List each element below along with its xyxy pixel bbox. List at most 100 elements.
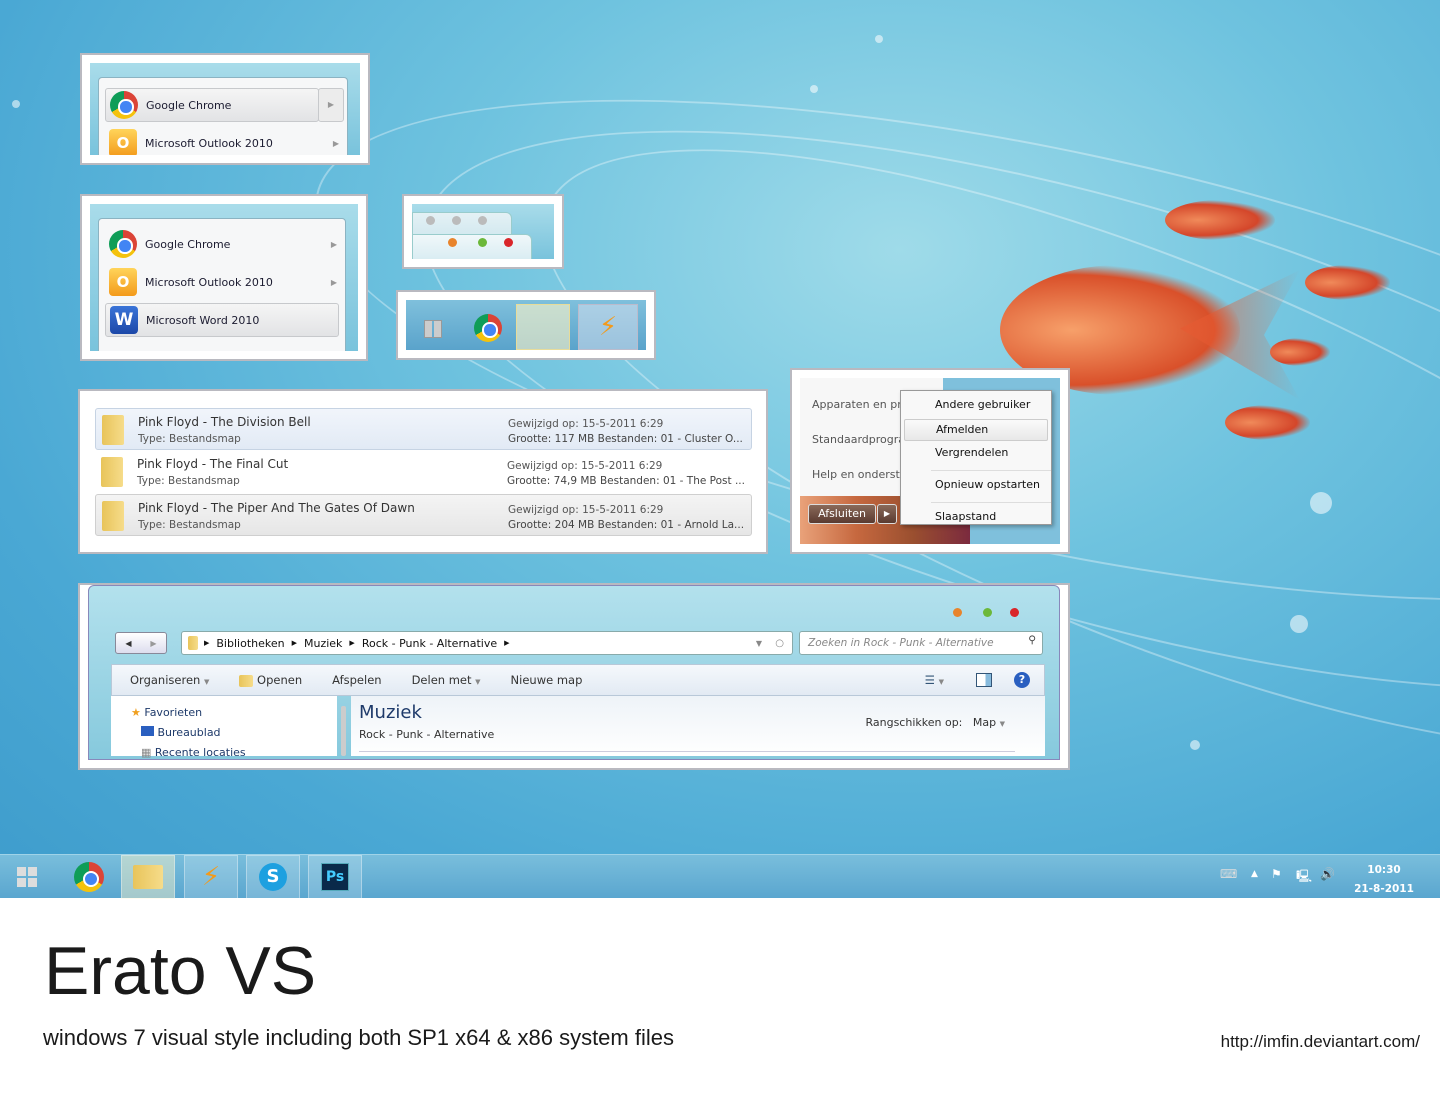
item-label: Microsoft Word 2010	[146, 313, 260, 327]
arrange-by[interactable]: Rangschikken op: Map ▼	[865, 716, 1005, 729]
clock[interactable]: 10:30 21-8-2011	[1352, 861, 1416, 899]
minimize-button[interactable]	[448, 238, 457, 247]
recent-places-icon: ▦	[141, 746, 152, 759]
file-list-row[interactable]: Pink Floyd - The Final Cut Type: Bestand…	[95, 451, 752, 493]
inactive-minimize-button[interactable]	[426, 216, 435, 225]
shutdown-label: Afsluiten	[818, 507, 866, 520]
taskbar-explorer[interactable]	[121, 855, 175, 899]
show-hidden-icons-button[interactable]: ▲	[1251, 869, 1258, 879]
menu-separator	[931, 502, 1051, 503]
address-dropdown-icon[interactable]: ▼	[756, 639, 762, 648]
submenu-arrow-button[interactable]: ▶	[318, 88, 344, 122]
file-modified: Gewijzigd op: 15-5-2011 6:29	[508, 504, 664, 516]
close-button[interactable]	[1010, 608, 1019, 617]
taskbar-skype[interactable]: S	[246, 855, 300, 899]
start-button[interactable]	[0, 855, 54, 899]
organize-button[interactable]: Organiseren ▼	[130, 673, 209, 687]
item-label: Google Chrome	[146, 98, 232, 112]
inactive-close-button[interactable]	[478, 216, 487, 225]
folder-icon	[188, 636, 198, 650]
clock-time: 10:30	[1367, 864, 1401, 876]
view-options-icon[interactable]: ☰ ▼	[925, 673, 944, 687]
nav-desktop[interactable]: Bureaublad	[141, 726, 221, 739]
startmenu-link-default-programs[interactable]: Standaardprogra	[812, 433, 905, 446]
network-icon[interactable]: 🖳	[1296, 867, 1312, 888]
close-button[interactable]	[504, 238, 513, 247]
winamp-taskbar-button[interactable]: ⚡	[578, 304, 638, 350]
maximize-button[interactable]	[983, 608, 992, 617]
startmenu-link-devices[interactable]: Apparaten en pri	[812, 398, 905, 411]
file-type: Type: Bestandsmap	[138, 519, 241, 531]
caption-url[interactable]: http://imfin.deviantart.com/	[1221, 1032, 1420, 1052]
nav-favorites[interactable]: ★ Favorieten	[131, 706, 202, 719]
outlook-icon: O	[109, 129, 137, 155]
action-center-flag-icon[interactable]: ⚑	[1271, 867, 1282, 881]
refresh-icon[interactable]: ○	[775, 638, 784, 649]
item-label: Microsoft Outlook 2010	[145, 136, 273, 150]
explorer-icon	[133, 865, 163, 889]
word-icon: W	[110, 306, 138, 334]
navigation-pane: ★ Favorieten Bureaublad ▦ Recente locati…	[111, 696, 337, 759]
photoshop-icon: Ps	[321, 863, 349, 891]
startmenu-item-chrome[interactable]: Google Chrome ▶	[105, 227, 337, 261]
winamp-icon: ⚡	[201, 862, 221, 892]
file-modified: Gewijzigd op: 15-5-2011 6:29	[508, 418, 664, 430]
file-list-row[interactable]: Pink Floyd - The Division Bell Type: Bes…	[95, 408, 752, 450]
star-icon: ★	[131, 706, 141, 719]
shutdown-menu-preview: Apparaten en pri Standaardprogra Help en…	[790, 368, 1070, 554]
play-button[interactable]: Afspelen	[332, 673, 381, 687]
startmenu-preview-b: Google Chrome ▶ O Microsoft Outlook 2010…	[80, 194, 368, 361]
taskbar-chrome[interactable]	[62, 855, 116, 899]
share-button[interactable]: Delen met ▼	[412, 673, 481, 687]
preview-pane-icon[interactable]	[976, 673, 992, 687]
open-button[interactable]: Openen	[239, 673, 302, 687]
breadcrumb-music[interactable]: Muziek	[304, 637, 342, 650]
inactive-maximize-button[interactable]	[452, 216, 461, 225]
chrome-icon[interactable]	[474, 314, 502, 342]
new-folder-button[interactable]: Nieuwe map	[511, 673, 583, 687]
shutdown-menu-item[interactable]: Opnieuw opstarten	[935, 475, 1048, 497]
back-forward-buttons[interactable]: ◀ ▶	[115, 632, 167, 654]
keyboard-icon[interactable]: ⌨	[1220, 867, 1237, 881]
forward-icon[interactable]: ▶	[150, 639, 156, 648]
address-bar[interactable]: ▶ Bibliotheken ▶ Muziek ▶ Rock - Punk - Alt…	[181, 631, 793, 655]
item-label: Google Chrome	[145, 237, 231, 251]
desktop-icon	[141, 726, 154, 736]
back-icon[interactable]: ◀	[125, 639, 131, 648]
volume-icon[interactable]: 🔊	[1320, 867, 1335, 881]
clock-date: 21-8-2011	[1354, 883, 1414, 895]
folder-icon	[102, 415, 124, 445]
library-title: Muziek	[359, 702, 422, 723]
maximize-button[interactable]	[478, 238, 487, 247]
nav-recent[interactable]: ▦ Recente locaties	[141, 746, 246, 759]
startmenu-item-chrome[interactable]: Google Chrome ▶	[105, 88, 344, 122]
open-folder-icon	[239, 674, 254, 687]
explorer-taskbar-button[interactable]	[516, 304, 570, 350]
taskbar-photoshop[interactable]: Ps	[308, 855, 362, 899]
startmenu-item-outlook[interactable]: O Microsoft Outlook 2010 ▶	[105, 126, 339, 155]
startmenu-item-word[interactable]: W Microsoft Word 2010	[105, 303, 339, 337]
search-icon: ⚲	[1028, 634, 1036, 646]
submenu-arrow-icon: ▶	[332, 138, 339, 148]
shutdown-menu-item[interactable]: Andere gebruiker	[935, 395, 1048, 417]
shutdown-menu-item[interactable]: Afmelden	[904, 419, 1048, 441]
search-box[interactable]: Zoeken in Rock - Punk - Alternative ⚲	[799, 631, 1043, 655]
file-list-row[interactable]: Pink Floyd - The Piper And The Gates Of …	[95, 494, 752, 536]
submenu-arrow-icon: ▶	[330, 239, 337, 249]
breadcrumb-rock-punk-alternative[interactable]: Rock - Punk - Alternative	[362, 637, 497, 650]
taskbar-winamp[interactable]: ⚡	[184, 855, 238, 899]
content-pane: Muziek Rock - Punk - Alternative Rangsch…	[351, 696, 1045, 756]
help-icon[interactable]: ?	[1014, 672, 1030, 688]
shutdown-options-arrow-button[interactable]: ▶	[877, 504, 897, 524]
startmenu-item-outlook[interactable]: O Microsoft Outlook 2010 ▶	[105, 265, 337, 299]
shutdown-submenu: Andere gebruiker Afmelden Vergrendelen Opni…	[900, 390, 1052, 525]
minimize-button[interactable]	[953, 608, 962, 617]
breadcrumb-libraries[interactable]: Bibliotheken	[216, 637, 284, 650]
explorer-window-preview: ◀ ▶ ▶ Bibliotheken ▶ Muziek ▶ Rock - Punk - …	[78, 583, 1070, 770]
shutdown-menu-item[interactable]: Vergrendelen	[935, 443, 1048, 465]
shutdown-menu-item[interactable]: Slaapstand	[935, 507, 1048, 529]
shutdown-button[interactable]: Afsluiten	[808, 504, 876, 524]
nav-scrollbar[interactable]	[341, 706, 346, 756]
start-icon[interactable]	[424, 320, 442, 338]
startmenu-link-help[interactable]: Help en onderste	[812, 468, 907, 481]
